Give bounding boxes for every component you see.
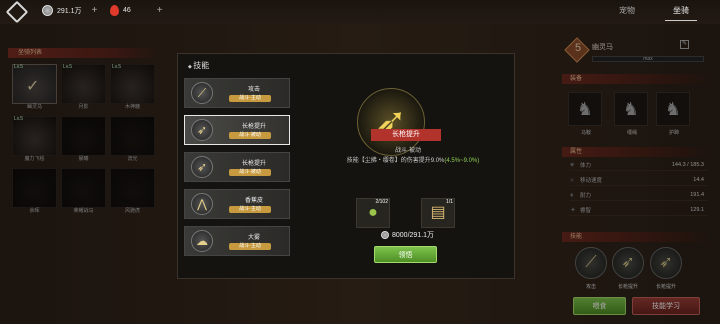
coin-counter: 291.1万 + [42,5,97,16]
skill-name-ribbon: 长枪提升 [371,129,441,141]
skill-list-item[interactable]: ⋀ 香蕉皮 战斗·主动 [184,189,290,219]
attack-skill-icon: ⟋ [191,82,213,104]
gem-drop-icon [110,5,119,16]
scroll-material-icon: ▤ [430,204,446,221]
skill-list-item[interactable]: ➶ 长枪提升 战斗·被动 [184,152,290,182]
menu-logo-icon[interactable] [5,0,29,24]
tab-mounts[interactable]: 坐骑 [665,5,697,21]
spear-skill-icon: ➶ [191,119,213,141]
banana-peel-icon: ⋀ [191,193,213,215]
modal-title: 技能 [188,60,209,71]
material-slot[interactable]: ▤ 1/1 [421,198,455,228]
material-slot[interactable]: ● 2/102 [356,198,390,228]
add-gem-icon[interactable]: + [157,5,163,16]
coin-value: 291.1万 [57,7,82,15]
skill-list-item-selected[interactable]: ➶ 长枪提升 战斗·被动 [184,115,290,145]
spear-skill-icon: ➶ [191,156,213,178]
skill-modal: 技能 ⟋ 攻击 战斗·主动 ➶ 长枪提升 战斗·被动 ➶ 长枪提升 战斗·被动 … [177,53,515,279]
fruit-material-icon: ● [368,204,378,221]
fog-icon: ☁ [191,230,213,252]
skill-list-item[interactable]: ⟋ 攻击 战斗·主动 [184,78,290,108]
top-bar: 291.1万 + 46 + 宠物 坐骑 [0,0,720,24]
coin-icon [42,5,53,16]
comprehend-button[interactable]: 领悟 [374,246,437,263]
add-coin-icon[interactable]: + [92,5,98,16]
skill-list: ⟋ 攻击 战斗·主动 ➶ 长枪提升 战斗·被动 ➶ 长枪提升 战斗·被动 ⋀ 香… [184,78,294,273]
tab-pets[interactable]: 宠物 [619,5,635,16]
gem-value: 46 [123,7,131,14]
gem-counter: 46 + [110,5,163,16]
skill-list-item[interactable]: ☁ 大雾 战斗·主动 [184,226,290,256]
skill-description: 技能【尘拂・缨卷】的伤害提升9.0%(4.5%~9.0%) [346,158,480,164]
learn-cost: 8000/291.1万 [381,230,434,240]
coin-icon [381,231,389,239]
skill-type: 战斗·被动 [395,148,421,154]
